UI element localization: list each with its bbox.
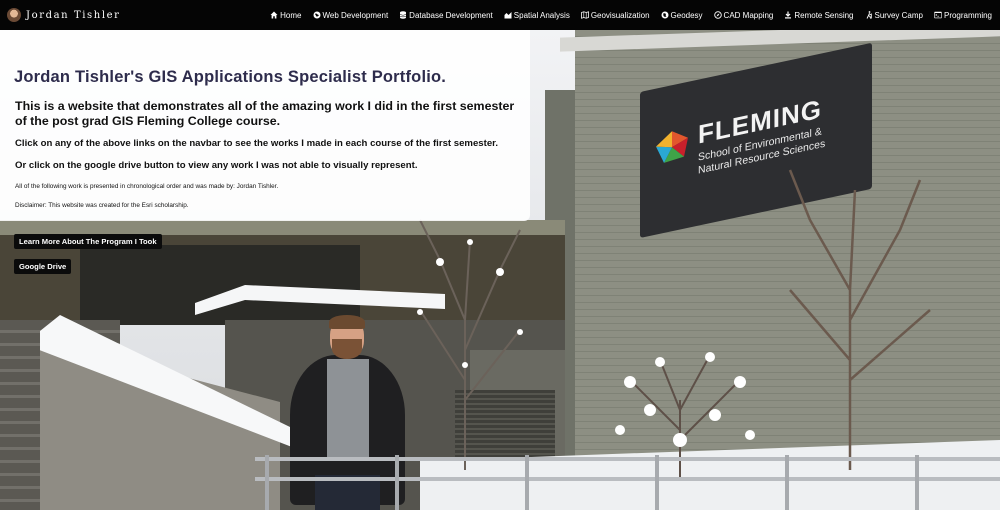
railing <box>255 455 1000 510</box>
nav-item-cad-mapping[interactable]: CAD Mapping <box>713 10 774 20</box>
subtitle-line-2: of the post grad GIS Fleming College cou… <box>15 113 281 128</box>
nav-item-programming[interactable]: Programming <box>934 11 992 20</box>
nav-label: Web Development <box>322 10 389 20</box>
rail-bar-top <box>255 457 1000 461</box>
person-hair <box>329 315 365 329</box>
area-chart-icon <box>504 11 512 19</box>
globe-icon <box>313 11 321 19</box>
entrance-windows <box>80 245 360 325</box>
navbar: Jordan Tishler Home Web Development Data… <box>0 0 1000 30</box>
satellite-icon <box>784 11 792 19</box>
compass-icon <box>713 11 722 19</box>
subtitle-line-1: This is a website that demonstrates all … <box>15 99 515 113</box>
hiking-icon <box>865 11 873 19</box>
rail-post <box>525 455 529 510</box>
database-icon <box>399 11 407 19</box>
nav-label: CAD Mapping <box>723 10 774 20</box>
nav-label: Geodesy <box>670 10 703 20</box>
globe-icon <box>661 11 669 19</box>
person-beard <box>332 339 362 359</box>
disclaimer: Disclaimer: This website was created for… <box>15 202 189 209</box>
map-icon <box>580 11 589 19</box>
nav-label: Spatial Analysis <box>513 10 570 20</box>
nav-item-home[interactable]: Home <box>270 10 302 20</box>
learn-more-program-button[interactable]: Learn More About The Program I Took <box>14 234 162 249</box>
nav-item-spatial-analysis[interactable]: Spatial Analysis <box>504 11 570 20</box>
nav-label: Remote Sensing <box>794 10 854 20</box>
nav-label: Survey Camp <box>874 10 923 20</box>
rail-post <box>785 455 789 510</box>
nav-label: Geovisualization <box>590 10 650 20</box>
nav-item-survey-camp[interactable]: Survey Camp <box>865 11 923 20</box>
nav-item-database-development[interactable]: Database Development <box>399 11 493 20</box>
rail-post <box>655 455 659 510</box>
avatar <box>7 8 21 22</box>
page-title: Jordan Tishler's GIS Applications Specia… <box>14 68 447 86</box>
person-shirt <box>327 359 369 459</box>
page-subtitle: This is a website that demonstrates all … <box>15 99 530 128</box>
rail-post <box>265 455 269 510</box>
nav-links: Home Web Development Database Developmen… <box>259 0 992 30</box>
rail-bar-mid <box>255 477 1000 481</box>
nav-item-geovisualization[interactable]: Geovisualization <box>580 10 650 20</box>
rail-post <box>395 455 399 510</box>
bare-tree-right <box>788 169 931 470</box>
nav-label: Programming <box>943 10 992 20</box>
nav-label: Database Development <box>409 10 493 20</box>
chronology-note: All of the following work is presented i… <box>15 183 279 190</box>
nav-label: Home <box>280 10 302 20</box>
brand-name: Jordan Tishler <box>26 9 121 21</box>
nav-item-geodesy[interactable]: Geodesy <box>661 11 703 20</box>
drive-instruction: Or click on the google drive button to v… <box>15 160 418 171</box>
terminal-icon <box>934 11 942 19</box>
navbar-instruction: Click on any of the above links on the n… <box>15 138 499 149</box>
fleming-logo-icon <box>656 131 688 163</box>
brand[interactable]: Jordan Tishler <box>7 0 121 30</box>
home-icon <box>270 11 278 19</box>
nav-item-remote-sensing[interactable]: Remote Sensing <box>784 10 854 20</box>
nav-item-web-development[interactable]: Web Development <box>313 10 389 20</box>
google-drive-button[interactable]: Google Drive <box>14 259 72 274</box>
rail-post <box>915 455 919 510</box>
